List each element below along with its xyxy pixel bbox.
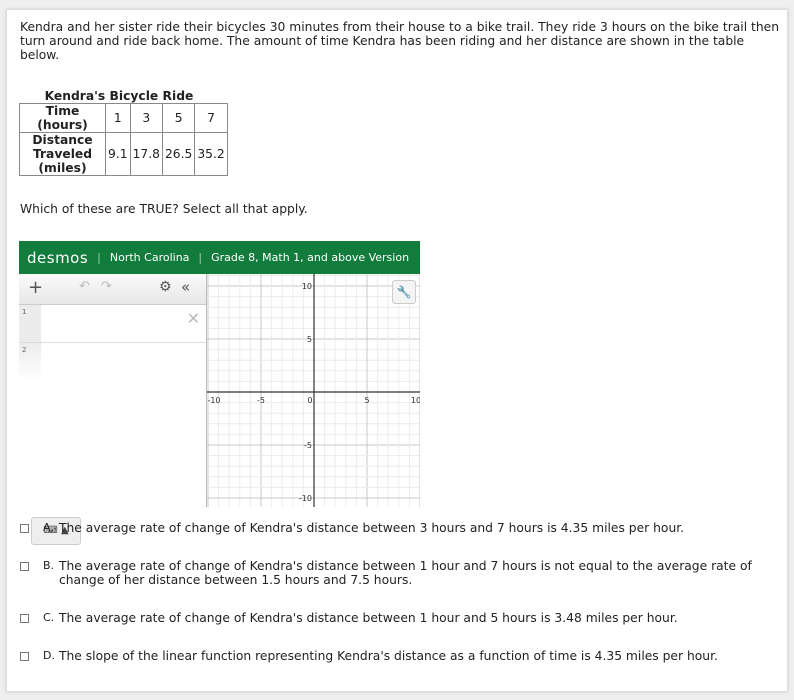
cell: 1	[105, 103, 131, 133]
region-label: North Carolina	[109, 251, 190, 264]
y-tick-label: -5	[304, 441, 312, 450]
row-number: 2	[19, 343, 41, 381]
option-b[interactable]: B. The average rate of change of Kendra's…	[20, 559, 770, 587]
expression-panel: + ↶ ↷ ⚙ « 1 ✕ 2 ⌨ ▲	[19, 274, 206, 545]
x-tick-label: 10	[411, 396, 420, 405]
option-d[interactable]: D. The slope of the linear function repre…	[20, 649, 770, 663]
desmos-logo: desmos	[27, 248, 89, 267]
collapse-icon[interactable]: «	[181, 278, 190, 296]
question-card: Kendra and her sister ride their bicycle…	[6, 9, 788, 692]
checkbox[interactable]	[20, 524, 29, 533]
expression-row[interactable]: 1 ✕	[19, 305, 206, 343]
grid: -10 -5 0 5 10 10 5 -5 -10	[207, 274, 420, 507]
expression-toolbar: + ↶ ↷ ⚙ «	[19, 274, 206, 305]
y-tick-label: 5	[307, 335, 312, 344]
version-label: Grade 8, Math 1, and above Version	[211, 251, 410, 264]
wrench-icon[interactable]: 🔧	[392, 280, 416, 304]
y-tick-label: -10	[299, 494, 312, 503]
cell: 35.2	[194, 132, 228, 176]
table-caption: Kendra's Bicycle Ride	[44, 89, 194, 103]
gear-icon[interactable]: ⚙	[159, 279, 172, 295]
close-icon[interactable]: ✕	[187, 309, 200, 328]
option-text: The slope of the linear function represe…	[59, 649, 718, 663]
cell: 3	[129, 103, 163, 133]
graph-paper[interactable]: -10 -5 0 5 10 10 5 -5 -10 🔧	[206, 274, 420, 507]
option-letter: B.	[43, 559, 55, 572]
checkbox[interactable]	[20, 562, 29, 571]
cell: 26.5	[161, 132, 196, 176]
data-table: Time (hours) 1 3 5 7 Distance Traveled (…	[19, 103, 228, 176]
x-tick-label: -10	[207, 396, 220, 405]
table-row: Time (hours) 1 3 5 7	[19, 103, 228, 133]
checkbox[interactable]	[20, 652, 29, 661]
desmos-calculator[interactable]: desmos | North Carolina | Grade 8, Math …	[19, 241, 420, 545]
x-tick-label: 0	[307, 396, 312, 405]
option-text: The average rate of change of Kendra's d…	[59, 559, 752, 587]
option-a[interactable]: A. The average rate of change of Kendra's…	[20, 521, 770, 535]
cell: 5	[161, 103, 196, 133]
row-header: Time (hours)	[19, 103, 106, 133]
option-text: The average rate of change of Kendra's d…	[59, 611, 678, 625]
desmos-header: desmos | North Carolina | Grade 8, Math …	[19, 241, 420, 274]
y-tick-label: 10	[302, 282, 312, 291]
add-icon[interactable]: +	[28, 277, 43, 298]
x-tick-label: -5	[257, 396, 265, 405]
expression-row[interactable]: 2	[19, 343, 206, 381]
row-header: Distance Traveled (miles)	[19, 132, 106, 176]
prompt: Which of these are TRUE? Select all that…	[20, 202, 308, 216]
option-text: The average rate of change of Kendra's d…	[59, 521, 685, 535]
checkbox[interactable]	[20, 614, 29, 623]
table-row: Distance Traveled (miles) 9.1 17.8 26.5 …	[19, 132, 228, 176]
option-letter: C.	[43, 611, 55, 624]
cell: 17.8	[129, 132, 163, 176]
x-tick-label: 5	[364, 396, 369, 405]
row-number: 1	[19, 305, 41, 342]
cell: 7	[194, 103, 228, 133]
redo-icon[interactable]: ↷	[101, 279, 112, 294]
question-stem: Kendra and her sister ride their bicycle…	[20, 20, 780, 62]
cell: 9.1	[105, 132, 131, 176]
option-letter: A.	[43, 521, 54, 534]
option-letter: D.	[43, 649, 55, 662]
undo-icon[interactable]: ↶	[79, 279, 90, 294]
option-c[interactable]: C. The average rate of change of Kendra's…	[20, 611, 770, 625]
